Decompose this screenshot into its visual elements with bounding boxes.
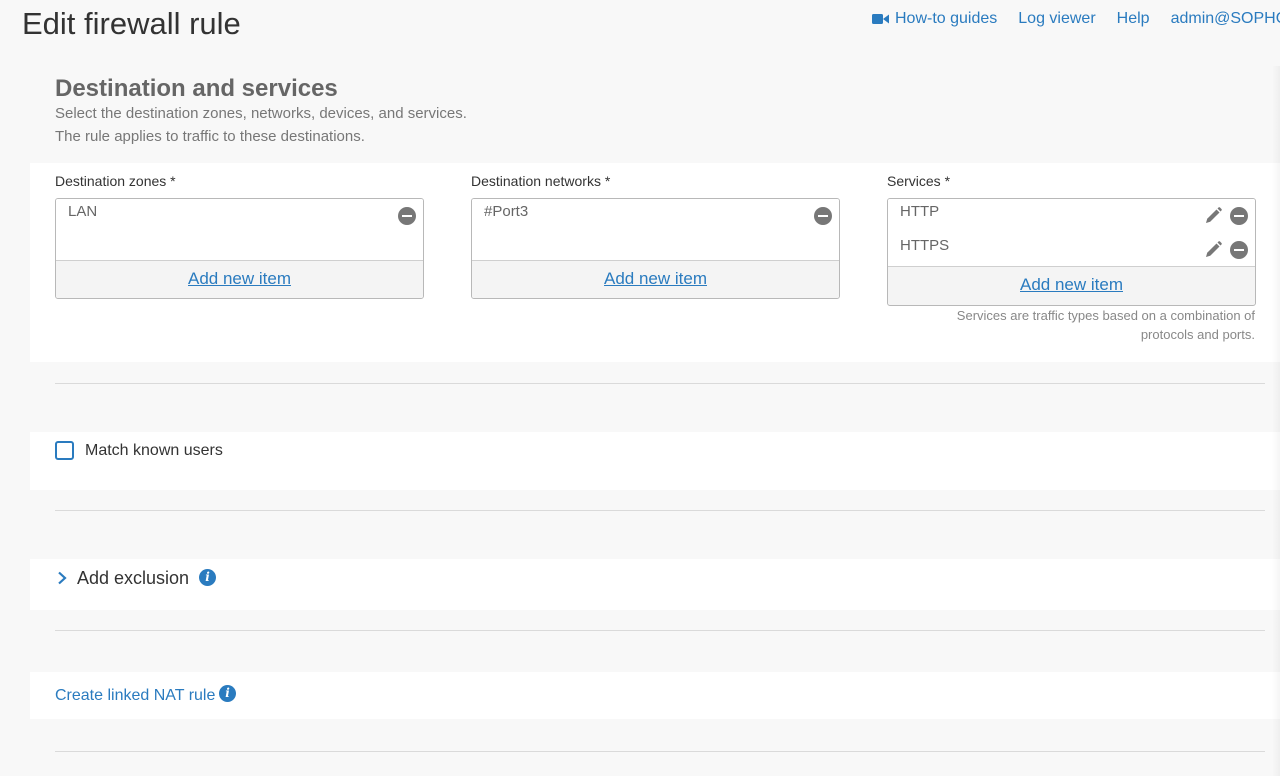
video-camera-icon — [872, 14, 889, 24]
log-viewer-link[interactable]: Log viewer — [1018, 10, 1095, 28]
list-item: #Port3 — [472, 199, 839, 233]
section-heading: Destination and services — [55, 75, 338, 102]
match-known-users-checkbox[interactable] — [55, 441, 74, 460]
user-menu-link[interactable]: admin@SOPHOS — [1171, 10, 1280, 28]
remove-circle-icon[interactable] — [1230, 241, 1248, 259]
section-description-1: Select the destination zones, networks, … — [55, 105, 467, 122]
add-service-button[interactable]: Add new item — [888, 267, 1255, 304]
scroll-shade — [1272, 66, 1280, 776]
list-item: HTTP — [888, 199, 1255, 233]
pencil-icon[interactable] — [1203, 206, 1223, 226]
list-empty-row — [56, 233, 423, 261]
help-link[interactable]: Help — [1117, 10, 1150, 28]
content-panel: Destination and services Select the dest… — [30, 66, 1280, 776]
remove-circle-icon[interactable] — [1230, 207, 1248, 225]
create-linked-nat-rule-link[interactable]: Create linked NAT rule — [55, 686, 215, 706]
nat-band — [30, 672, 1280, 719]
services-label: Services * — [887, 173, 951, 189]
destination-zones-label: Destination zones * — [55, 173, 176, 189]
list-item-text: LAN — [68, 203, 98, 220]
services-help-line-1: Services are traffic types based on a co… — [956, 308, 1255, 323]
destination-zones-list: LAN Add new item — [55, 198, 424, 299]
services-list: HTTP HTTPS Add new item — [887, 198, 1256, 306]
top-nav: How-to guides Log viewer Help admin@SOPH… — [872, 8, 1280, 30]
remove-circle-icon[interactable] — [398, 207, 416, 225]
list-item-text: HTTPS — [900, 237, 950, 254]
add-zone-button[interactable]: Add new item — [56, 261, 423, 298]
pencil-icon[interactable] — [1203, 240, 1223, 260]
destination-networks-list: #Port3 Add new item — [471, 198, 840, 299]
add-exclusion-toggle[interactable]: Add exclusion — [77, 567, 189, 589]
exclusion-band — [30, 559, 1280, 610]
add-network-button[interactable]: Add new item — [472, 261, 839, 298]
section-description-2: The rule applies to traffic to these des… — [55, 128, 365, 145]
list-item-text: HTTP — [900, 203, 940, 220]
destination-networks-label: Destination networks * — [471, 173, 611, 189]
chevron-right-icon[interactable] — [57, 571, 67, 585]
match-known-users-label[interactable]: Match known users — [85, 441, 223, 460]
remove-circle-icon[interactable] — [814, 207, 832, 225]
divider — [55, 630, 1265, 631]
services-help-text: Services are traffic types based on a co… — [887, 306, 1255, 344]
list-item-text: #Port3 — [484, 203, 529, 220]
page-title: Edit firewall rule — [22, 6, 241, 41]
list-item: HTTPS — [888, 233, 1255, 267]
divider — [55, 383, 1265, 384]
list-empty-row — [472, 233, 839, 261]
header: Edit firewall rule How-to guides Log vie… — [0, 0, 1280, 66]
page: Edit firewall rule How-to guides Log vie… — [0, 0, 1280, 776]
list-item: LAN — [56, 199, 423, 233]
services-help-line-2: protocols and ports. — [1140, 327, 1255, 342]
info-icon[interactable]: i — [219, 685, 236, 702]
divider — [55, 510, 1265, 511]
howto-guides-link[interactable]: How-to guides — [872, 10, 997, 28]
howto-guides-label: How-to guides — [895, 10, 998, 27]
divider — [55, 751, 1265, 752]
info-icon[interactable]: i — [199, 569, 216, 586]
